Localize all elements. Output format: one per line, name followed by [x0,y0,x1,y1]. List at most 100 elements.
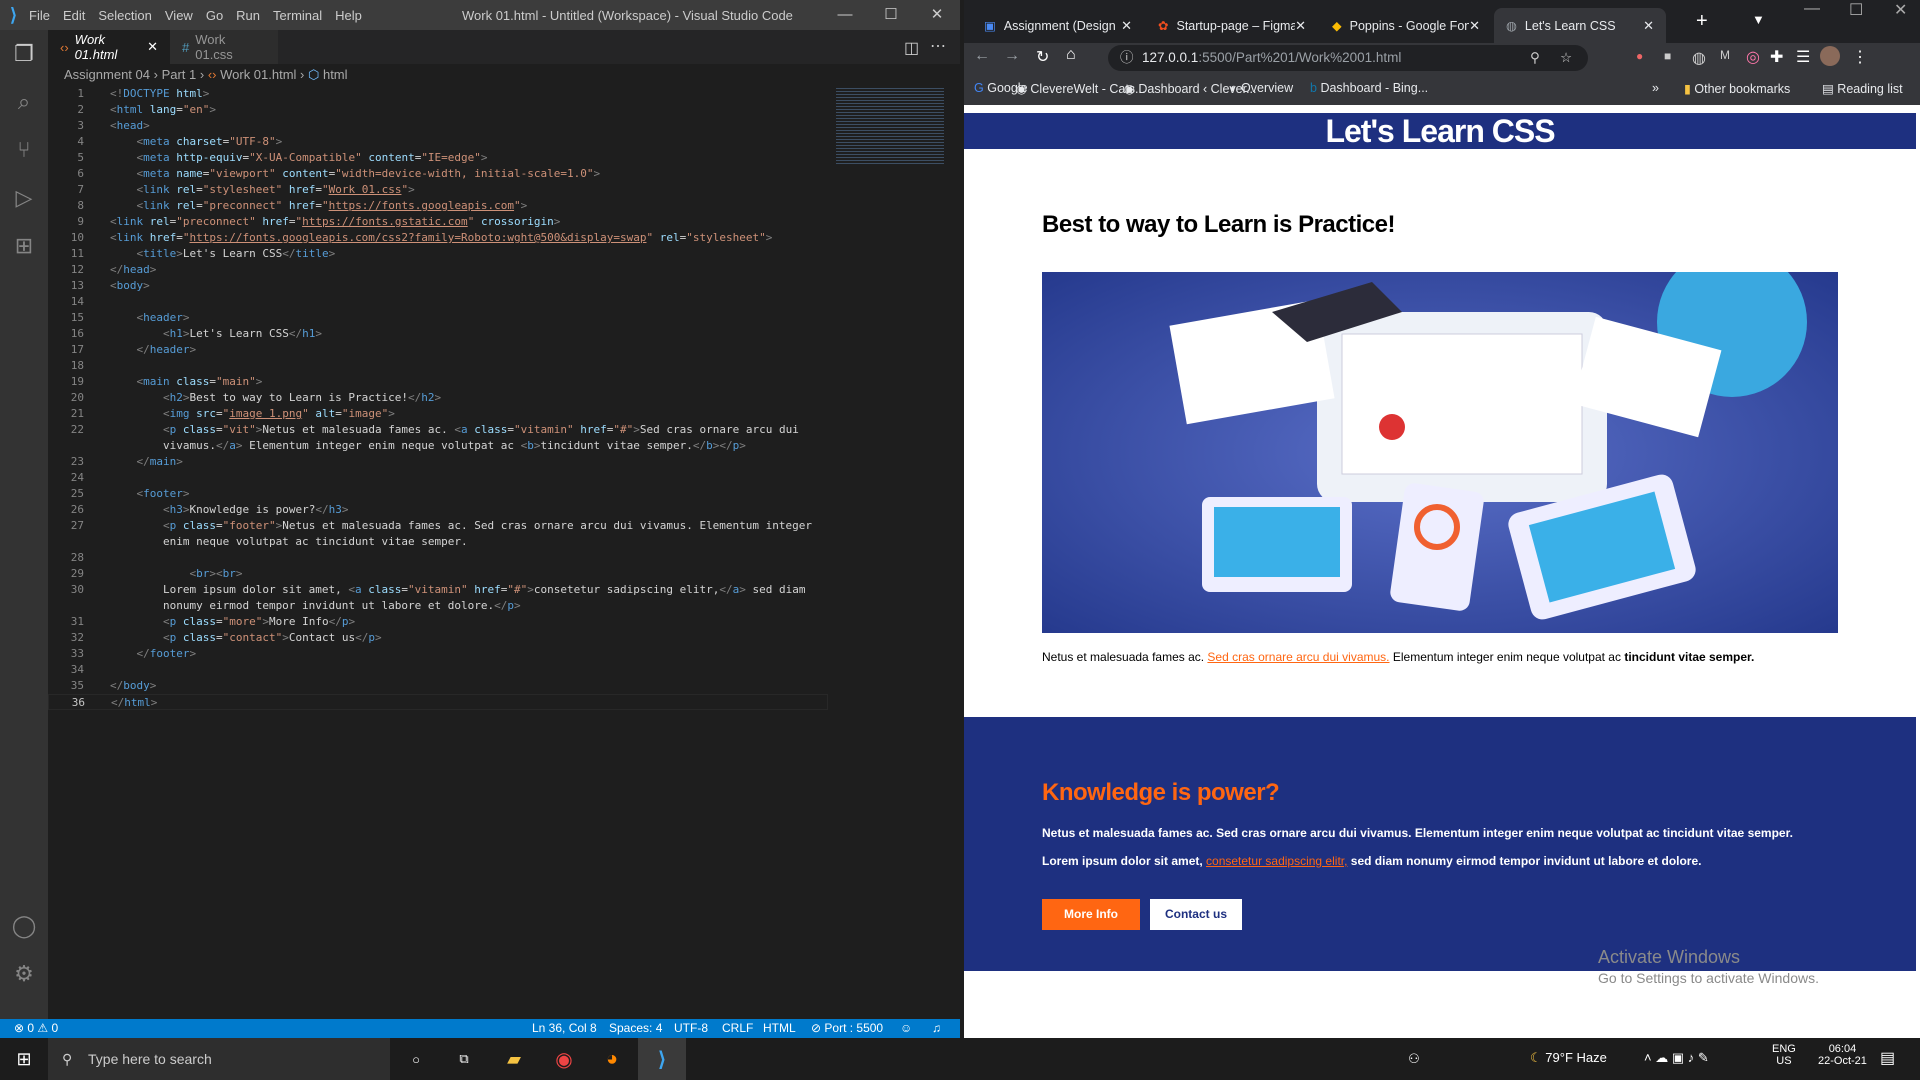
chrome-menu-icon[interactable]: ⋮ [1852,47,1868,67]
explorer-icon[interactable]: ❐ [0,30,48,78]
code-line[interactable]: 35 </body > [48,678,828,694]
close-tab-icon[interactable]: ✕ [147,39,158,55]
code-line[interactable]: 1 <! DOCTYPE html > [48,86,828,102]
cortana-icon[interactable]: ○ [392,1038,440,1080]
task-view-icon[interactable]: ⧉ [440,1038,488,1080]
cursor-position[interactable]: Ln 36, Col 8 [532,1019,597,1038]
file-explorer-icon[interactable]: ▰ [490,1038,538,1080]
browser-maximize-button[interactable]: ☐ [1849,0,1863,20]
extensions-icon[interactable]: ⊞ [0,222,48,270]
zoom-icon[interactable]: ⚲ [1530,45,1540,71]
code-line[interactable]: 9 < link rel = "preconnect" href = " https://fo… [48,214,828,230]
extension-m-icon[interactable]: M [1720,48,1730,62]
live-server-port[interactable]: ⊘ Port : 5500 [811,1019,883,1038]
more-actions-icon[interactable]: ⋯ [930,36,946,56]
minimize-button[interactable]: — [822,0,868,30]
indentation[interactable]: Spaces: 4 [609,1019,662,1038]
menu-run[interactable]: Run [236,8,260,23]
tray-icons[interactable]: ˄ ☁ ▣ ♪ ✎ [1644,1050,1709,1066]
close-tab-icon[interactable]: ✕ [1121,18,1132,34]
code-line[interactable]: 15 < header > [48,310,828,326]
code-line[interactable]: 24 [48,470,828,486]
extension-globe-icon[interactable]: ◍ [1692,48,1706,68]
tab-search-icon[interactable]: ▼ [1752,12,1765,27]
menu-view[interactable]: View [165,8,193,23]
language-indicator[interactable]: ENG US [1772,1043,1796,1067]
extension-color-icon[interactable]: ◎ [1746,47,1760,67]
code-line[interactable]: 22 < p class = "vit" > Netus et malesuada fam… [48,422,828,438]
new-tab-button[interactable]: + [1696,10,1708,33]
notifications-bell-icon[interactable]: ♫ [932,1019,941,1038]
encoding[interactable]: UTF-8 [674,1019,708,1038]
search-icon[interactable]: ⌕ [0,78,48,126]
code-line[interactable]: 31 < p class = "more" > More Info </p > [48,614,828,630]
language-mode[interactable]: HTML [763,1019,796,1038]
breadcrumb-item[interactable]: html [323,67,348,82]
breadcrumb-item[interactable]: Work 01.html [220,67,296,82]
browser-close-button[interactable]: ✕ [1894,0,1907,20]
split-editor-icon[interactable]: ◫ [904,38,919,58]
extension-k-icon[interactable]: ● [1636,49,1643,63]
notification-center-icon[interactable]: ▤ [1880,1048,1895,1068]
vscode-taskbar-icon[interactable]: ⟩ [638,1038,686,1080]
url-input[interactable]: ⓘ 127.0.0.1:5500/Part%201/Work%2001.html… [1108,45,1588,71]
menu-file[interactable]: File [29,8,50,23]
chrome-icon[interactable]: ◉ [540,1038,588,1080]
code-editor[interactable]: 1 <! DOCTYPE html >2 < html lang = "en" >3 < head >… [48,86,828,710]
close-button[interactable]: ✕ [914,0,960,30]
code-line[interactable]: 26 < h3 > Knowledge is power? </h3 > [48,502,828,518]
code-line[interactable]: 16 < h1 > Let's Learn CSS </h1 > [48,326,828,342]
code-line[interactable]: 4 < meta charset = "UTF-8" > [48,134,828,150]
menu-help[interactable]: Help [335,8,362,23]
code-line[interactable]: 11 < title > Let's Learn CSS </title > [48,246,828,262]
code-line[interactable]: 21 < img src = " image 1.png " alt = "image" > [48,406,828,422]
feedback-icon[interactable]: ☺ [900,1019,912,1038]
code-line[interactable]: 5 < meta http-equiv = "X-UA-Compatible" con… [48,150,828,166]
browser-tab-1[interactable]: ✿ Startup-page – Figma ✕ [1146,8,1318,43]
code-line[interactable]: 3 < head > [48,118,828,134]
other-bookmarks[interactable]: ▮ Other bookmarks [1684,81,1790,96]
media-control-icon[interactable]: ☰ [1796,47,1810,67]
code-line[interactable]: 34 [48,662,828,678]
breadcrumb-item[interactable]: Assignment 04 [64,67,150,82]
browser-tab-0[interactable]: ▣ Assignment (Design ✕ [972,8,1144,43]
code-line[interactable]: 14 [48,294,828,310]
code-line[interactable]: 27 < p class = "footer" > Netus et malesuada … [48,518,828,534]
back-button[interactable]: ← [974,47,990,65]
tab-work-css[interactable]: # Work 01.css [170,30,278,64]
browser-tab-2[interactable]: ◆ Poppins - Google Fonts ✕ [1320,8,1492,43]
bookmark-star-icon[interactable]: ☆ [1560,45,1572,71]
code-line[interactable]: enim neque volutpat ac tincidunt vitae s… [48,534,828,550]
more-bookmarks-icon[interactable]: » [1652,81,1659,95]
browser-minimize-button[interactable]: — [1804,0,1820,18]
menu-selection[interactable]: Selection [98,8,151,23]
code-line[interactable]: 10 < link href = " https://fonts.googleapis.c… [48,230,828,246]
breadcrumb-item[interactable]: Part 1 [162,67,197,82]
code-line[interactable]: 7 < link rel = "stylesheet" href = " Work 01.c… [48,182,828,198]
vitamin-link[interactable]: consetetur sadipscing elitr, [1206,854,1347,868]
maximize-button[interactable]: ☐ [868,0,914,30]
gear-icon[interactable]: ⚙ [0,950,48,998]
run-debug-icon[interactable]: ▷ [0,174,48,222]
clock[interactable]: 06:04 22-Oct-21 [1818,1043,1867,1067]
code-line[interactable]: 2 < html lang = "en" > [48,102,828,118]
tab-work-html[interactable]: ‹› Work 01.html ✕ [48,30,170,64]
code-line[interactable]: 32 < p class = "contact" > Contact us </p > [48,630,828,646]
taskbar-search-input[interactable]: ⚲ Type here to search [48,1038,390,1080]
line-ending[interactable]: CRLF [722,1019,753,1038]
more-info-button[interactable]: More Info [1042,899,1140,930]
browser-tab-3[interactable]: ◍ Let's Learn CSS ✕ [1494,8,1666,43]
source-control-icon[interactable]: ⑂ [0,126,48,174]
reload-button[interactable]: ↻ [1036,47,1049,67]
code-line[interactable]: 19 < main class = "main" > [48,374,828,390]
code-line[interactable]: 33 </footer > [48,646,828,662]
code-line[interactable]: 30 Lorem ipsum dolor sit amet, < a class =… [48,582,828,598]
code-line[interactable]: 17 </header > [48,342,828,358]
reading-list[interactable]: ▤ Reading list [1822,81,1903,96]
code-line[interactable]: 8 < link rel = "preconnect" href = " https://f… [48,198,828,214]
bookmark-dashboard-bing[interactable]: b Dashboard - Bing... [1310,81,1428,95]
windows-start-icon[interactable]: ⊞ [0,1038,48,1080]
contact-us-button[interactable]: Contact us [1150,899,1242,930]
code-line[interactable]: 18 [48,358,828,374]
bookmark-overview[interactable]: ◐ Overview [1230,81,1293,95]
